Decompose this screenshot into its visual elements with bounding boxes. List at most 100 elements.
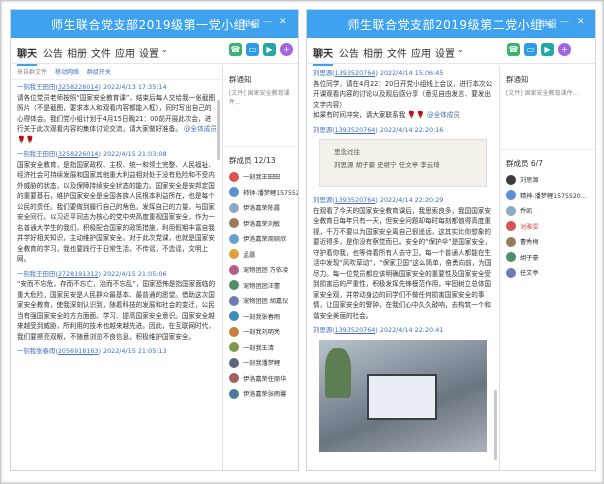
chat-message: 一刻我王田田(2728191312) 2022/4/15 21:05:06 “安… bbox=[11, 267, 221, 345]
tab-settings[interactable]: 设置 bbox=[139, 45, 159, 60]
member-name: 一刻我王田田 bbox=[243, 174, 281, 182]
member-name: 伊洛嘉荣周婉欣 bbox=[243, 236, 287, 244]
tab-announcement[interactable]: 公告 bbox=[43, 45, 63, 60]
chat-scrollbar[interactable] bbox=[494, 390, 497, 460]
tab-apps[interactable]: 应用 bbox=[115, 45, 135, 60]
member-item[interactable]: 伊洛嘉荣刘敏 bbox=[224, 216, 298, 232]
tab-apps[interactable]: 应用 bbox=[411, 45, 431, 60]
member-name: 伊洛嘉荣任丽华 bbox=[243, 375, 287, 383]
chat-scrollbar[interactable] bbox=[217, 100, 220, 160]
message-body: 各位同学，请在4月22：20日开党小组线上会议，进行本次公开课观看内容的讨论以及… bbox=[313, 79, 493, 109]
member-name: 曹秀梅 bbox=[520, 239, 539, 247]
members-heading: 群成员 6/7 bbox=[506, 159, 543, 168]
add-icon[interactable]: + bbox=[558, 43, 571, 56]
avatar bbox=[229, 264, 239, 275]
member-item[interactable]: 精神-潘梦鲤1575520... bbox=[501, 188, 595, 204]
chat-message: 一刻我张春雨(2056918163) 2022/4/15 21:05:13 bbox=[11, 344, 221, 359]
avatar bbox=[506, 252, 516, 263]
avatar bbox=[506, 190, 516, 201]
member-item[interactable]: 胡子豪 bbox=[501, 250, 595, 266]
avatar bbox=[229, 342, 239, 353]
member-item[interactable]: 池雅雯 bbox=[501, 219, 595, 235]
message-header: 一刻我王田田(2728191312) 2022/4/15 21:05:06 bbox=[17, 269, 167, 278]
member-item[interactable]: 乔凯 bbox=[501, 203, 595, 219]
notice-text[interactable]: [文件] 国家安全教育课件... bbox=[506, 88, 595, 97]
group-chat-window-right: 师生联合党支部2019级第二党小组 ✎ 举报 — ✕ 聊天 公告 相册 文件 应用… bbox=[306, 9, 596, 471]
minimize-icon[interactable]: — bbox=[560, 17, 569, 27]
message-header: 刘思源(1393520764) 2022/4/14 22:20:29 bbox=[313, 196, 444, 204]
plant-shape bbox=[325, 347, 351, 398]
tab-chat[interactable]: 聊天 bbox=[313, 45, 333, 66]
note-line: 刘思源 胡子豪 史继宁 任文亭 李云琦 bbox=[334, 161, 440, 169]
video-icon[interactable]: ▶ bbox=[263, 43, 276, 56]
member-name: 伊洛嘉荣张雨馨 bbox=[243, 391, 287, 399]
tab-chat[interactable]: 聊天 bbox=[17, 45, 37, 66]
member-name: 乔凯 bbox=[520, 208, 533, 216]
member-item[interactable]: 伊洛嘉荣张雨馨 bbox=[224, 386, 298, 402]
member-item[interactable]: 一刻我潘梦鲤 bbox=[224, 355, 298, 371]
mention-all[interactable]: @全体成员 bbox=[427, 111, 460, 119]
member-name: 伊洛嘉荣陈露 bbox=[243, 205, 281, 213]
avatar bbox=[229, 202, 239, 213]
report-button[interactable]: 举报 bbox=[539, 17, 557, 30]
add-icon[interactable]: + bbox=[280, 43, 293, 56]
avatar bbox=[229, 280, 239, 291]
minimize-icon[interactable]: — bbox=[263, 17, 272, 27]
member-item[interactable]: 伊洛嘉荣陈露 bbox=[224, 200, 298, 216]
avatar bbox=[229, 249, 239, 260]
subbar-network-link[interactable]: 移动网络 bbox=[55, 69, 79, 76]
chat-message: 一刻我王田田(3258226014) 2022/4/15 21:03:08 国家… bbox=[11, 147, 221, 267]
member-item[interactable]: 一刻我王清 bbox=[224, 340, 298, 356]
mention-all[interactable]: @全体成员 bbox=[184, 125, 217, 133]
member-item[interactable]: 孟露 bbox=[224, 247, 298, 263]
chat-message-list: 来自群文件 移动网络 群组开关 一刻我王田田(3258226014) 2022/… bbox=[11, 66, 221, 470]
tab-bar: 聊天 公告 相册 文件 应用 设置 ⌄ ☎ ▭ ▶ + bbox=[307, 38, 595, 66]
phone-icon[interactable]: ☎ bbox=[507, 43, 520, 56]
panel-divider bbox=[499, 66, 500, 470]
tab-album[interactable]: 相册 bbox=[363, 45, 383, 60]
tab-files[interactable]: 文件 bbox=[91, 45, 111, 60]
tab-album[interactable]: 相册 bbox=[67, 45, 87, 60]
report-button[interactable]: 举报 bbox=[242, 17, 260, 30]
screen-share-icon[interactable]: ▭ bbox=[524, 43, 537, 56]
chat-message: 刘思源(1393520764) 2022/4/14 22:20:41 bbox=[307, 323, 497, 458]
phone-icon[interactable]: ☎ bbox=[229, 43, 242, 56]
chevron-down-icon[interactable]: ⌄ bbox=[457, 45, 464, 54]
tab-bar: 聊天 公告 相册 文件 应用 设置 ⌄ ☎ ▭ ▶ + bbox=[11, 38, 298, 66]
member-item[interactable]: 一刻我刘明亮 bbox=[224, 324, 298, 340]
title-bar: 师生联合党支部2019级第二党小组 ✎ 举报 — ✕ bbox=[307, 10, 595, 38]
member-item[interactable]: 宠物团团 方依凌 bbox=[224, 262, 298, 278]
chevron-down-icon[interactable]: ⌄ bbox=[161, 45, 168, 54]
avatar bbox=[506, 221, 516, 232]
handwritten-note-image[interactable]: 思念过往 刘思源 胡子豪 史继宁 任文亭 李云琦 bbox=[319, 139, 487, 187]
message-header: 刘思源(1393520764) 2022/4/14 22:20:41 bbox=[313, 326, 444, 334]
message-body: 国家安全教育，是指国家政权、主权、统一和领土完整、人民福祉、经济社会可持续发展和… bbox=[17, 160, 215, 264]
close-icon[interactable]: ✕ bbox=[279, 17, 287, 27]
screen-share-icon[interactable]: ▭ bbox=[246, 43, 259, 56]
member-item[interactable]: 伊洛嘉荣任丽华 bbox=[224, 371, 298, 387]
member-item[interactable]: 刘思源 bbox=[501, 172, 595, 188]
member-item[interactable]: 一刻我张春雨 bbox=[224, 309, 298, 325]
member-item[interactable]: 曹秀梅 bbox=[501, 234, 595, 250]
notice-text[interactable]: [文件] 国家安全教育课件... bbox=[229, 88, 298, 106]
member-item[interactable]: 柿钟-潘梦鲤1575520... bbox=[224, 185, 298, 201]
screen-photo-image[interactable] bbox=[319, 339, 487, 452]
message-body: 在观看了今天的国家安全教育课后，我思索良多，我国国家安全教育日每年只有一天，但安… bbox=[313, 206, 492, 320]
member-item[interactable]: 任文亭 bbox=[501, 265, 595, 281]
tab-announcement[interactable]: 公告 bbox=[339, 45, 359, 60]
close-icon[interactable]: ✕ bbox=[577, 17, 585, 27]
member-item[interactable]: 一刻我王田田 bbox=[224, 169, 298, 185]
member-name: 宠物团团汪蕾 bbox=[243, 282, 281, 290]
member-item[interactable]: 伊洛嘉荣周婉欣 bbox=[224, 231, 298, 247]
video-icon[interactable]: ▶ bbox=[541, 43, 554, 56]
tab-files[interactable]: 文件 bbox=[387, 45, 407, 60]
tab-settings[interactable]: 设置 bbox=[435, 45, 455, 60]
avatar bbox=[229, 311, 239, 322]
member-item[interactable]: 宠物团团汪蕾 bbox=[224, 278, 298, 294]
avatar bbox=[229, 187, 239, 198]
member-list: 刘思源 精神-潘梦鲤1575520... 乔凯池雅雯曹秀梅胡子豪 任文亭 bbox=[501, 172, 595, 281]
member-item[interactable]: 宠物团团 胡嘉仪 bbox=[224, 293, 298, 309]
monitor-shape bbox=[367, 373, 437, 420]
subbar-switch-link[interactable]: 群组开关 bbox=[87, 69, 111, 76]
panel-divider bbox=[222, 66, 223, 470]
